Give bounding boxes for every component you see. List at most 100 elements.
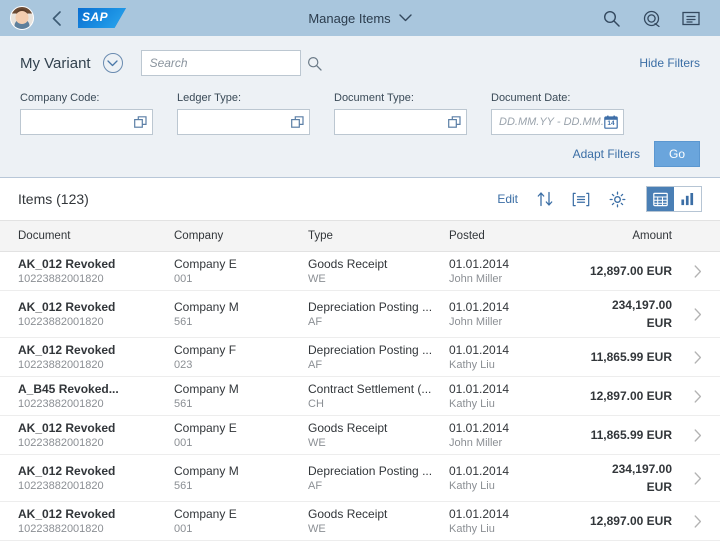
page-title[interactable]: Manage Items [308,11,390,26]
document-date-input[interactable] [499,116,604,128]
filter-bar: My Variant Hide Filters Company Code: [0,36,720,178]
table-header-row: Document Company Type Posted Amount [0,220,720,252]
calendar-icon[interactable]: 14 [604,115,618,129]
value-help-icon[interactable] [448,115,461,129]
cell-type: Goods Receipt [308,507,388,521]
filter-icon[interactable] [572,190,590,208]
search-input[interactable] [149,56,307,70]
table-row[interactable]: A_B45 Revoked... 10223882001820 Company … [0,377,720,416]
column-header-type[interactable]: Type [308,230,449,242]
cell-type: Goods Receipt [308,421,388,435]
cell-amount: 234,197.00 EUR [611,462,672,494]
chevron-down-icon[interactable] [398,14,412,22]
cell-amount: 11,865.99 EUR [590,428,672,442]
cell-posted-by: Kathy Liu [449,523,495,535]
avatar[interactable] [10,6,34,30]
row-navigation-icon[interactable] [680,471,702,485]
document-type-field[interactable] [334,109,467,135]
table-row[interactable]: AK_012 Revoked 10223882001820 Company E … [0,416,720,455]
cell-company-code: 023 [174,359,193,371]
table-row[interactable]: AK_012 Revoked 10223882001820 Company F … [0,338,720,377]
cell-company-code: 561 [174,480,193,492]
cell-posted-by: Kathy Liu [449,480,495,492]
cell-document: AK_012 Revoked [18,343,116,357]
table-toolbar: Items (123) Edit [0,178,720,220]
table-row[interactable]: AK_012 Revoked 10223882001820 Company M … [0,291,720,338]
cell-type-code: WE [308,273,326,285]
document-type-input[interactable] [342,116,448,128]
cell-type: Depreciation Posting ... [308,300,433,314]
company-code-input[interactable] [28,116,134,128]
cell-company: Company F [174,343,237,357]
cell-document: A_B45 Revoked... [18,382,119,396]
column-header-document[interactable]: Document [18,230,174,242]
cell-company: Company M [174,300,239,314]
cell-posted-by: John Miller [449,437,503,449]
sap-logo[interactable]: SAP [78,8,126,28]
row-navigation-icon[interactable] [680,428,702,442]
company-code-field[interactable] [20,109,153,135]
column-header-posted[interactable]: Posted [449,230,587,242]
table-title: Items (123) [18,191,89,207]
adapt-filters-link[interactable]: Adapt Filters [573,147,640,161]
table-view-icon[interactable] [647,187,674,211]
cell-posted-by: John Miller [449,273,503,285]
cell-posted-date: 01.01.2014 [449,257,510,271]
table-row[interactable]: AK_012 Revoked 10223882001820 Company M … [0,455,720,502]
chart-view-icon[interactable] [674,187,701,211]
cell-type-code: WE [308,523,326,535]
gear-icon[interactable] [608,190,626,208]
row-navigation-icon[interactable] [680,389,702,403]
cell-document-id: 10223882001820 [18,398,104,410]
row-navigation-icon[interactable] [680,514,702,528]
column-header-company[interactable]: Company [174,230,308,242]
menu-icon[interactable] [682,9,700,27]
back-icon[interactable] [48,10,64,26]
filter-label-ledger-type: Ledger Type: [177,92,242,104]
filter-label-document-date: Document Date: [491,92,571,104]
value-help-icon[interactable] [291,115,304,129]
hide-filters-link[interactable]: Hide Filters [639,56,700,70]
cell-document-id: 10223882001820 [18,480,104,492]
cell-amount: 12,897.00 EUR [589,389,672,403]
cell-document-id: 10223882001820 [18,359,104,371]
view-switch [646,186,702,212]
document-date-field[interactable]: 14 [491,109,624,135]
cell-document-id: 10223882001820 [18,316,104,328]
cell-company-code: 001 [174,437,193,449]
variant-chevron-down-icon[interactable] [102,53,123,73]
filter-label-company-code: Company Code: [20,92,100,104]
cell-company: Company M [174,464,239,478]
value-help-icon[interactable] [134,115,147,129]
row-navigation-icon[interactable] [680,350,702,364]
sap-logo-text: SAP [82,10,109,24]
cell-document: AK_012 Revoked [18,257,116,271]
cell-document-id: 10223882001820 [18,437,104,449]
cell-document: AK_012 Revoked [18,507,116,521]
search-icon[interactable] [307,56,322,71]
shell-header: SAP Manage Items [0,0,720,36]
cell-type: Contract Settlement (... [308,382,432,396]
table-row[interactable]: AK_012 Revoked 10223882001820 Company E … [0,252,720,291]
cell-document-id: 10223882001820 [18,273,104,285]
search-field[interactable] [140,50,322,76]
copilot-icon[interactable] [642,9,660,27]
cell-amount: 234,197.00 EUR [611,298,672,330]
cell-amount: 11,865.99 EUR [590,350,672,364]
cell-type-code: AF [308,316,323,328]
search-icon[interactable] [602,9,620,27]
sort-icon[interactable] [536,190,554,208]
cell-posted-date: 01.01.2014 [449,507,510,521]
ledger-type-field[interactable] [177,109,310,135]
row-navigation-icon[interactable] [680,307,702,321]
ledger-type-input[interactable] [185,116,291,128]
row-navigation-icon[interactable] [680,264,702,278]
cell-company-code: 001 [174,523,193,535]
table-row[interactable]: AK_012 Revoked 10223882001820 Company E … [0,502,720,541]
edit-button[interactable]: Edit [497,192,518,206]
cell-posted-date: 01.01.2014 [449,300,510,314]
filter-bar-actions: Adapt Filters Go [573,141,700,167]
go-button[interactable]: Go [653,141,700,167]
variant-title[interactable]: My Variant [20,55,91,72]
column-header-amount[interactable]: Amount [587,230,680,242]
